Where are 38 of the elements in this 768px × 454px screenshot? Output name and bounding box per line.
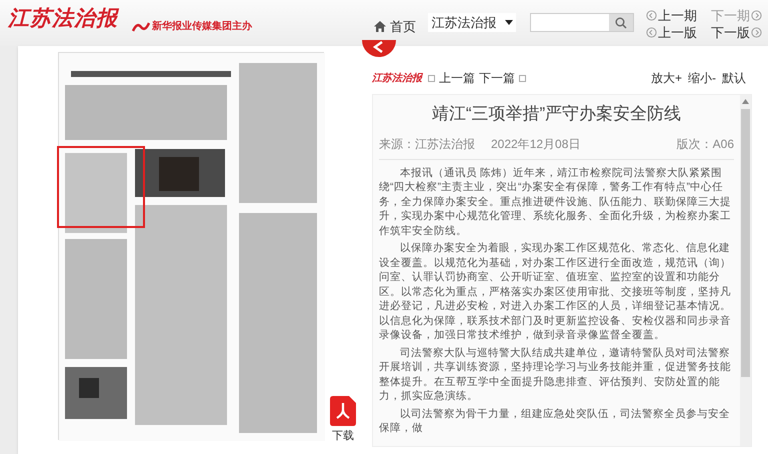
chevron-left-icon — [646, 10, 657, 21]
next-link[interactable]: 下一版 — [711, 25, 762, 40]
zoom-link[interactable]: 放大+ — [650, 69, 682, 87]
emblem-icon — [132, 20, 150, 32]
publisher-text: 新华报业传媒集团主办 — [152, 19, 252, 34]
logo-text: 江苏法治报 — [8, 6, 118, 30]
article-paragraph: 以司法警察为骨干力量，组建应急处突队伍，司法警察全员参与安全保障，做 — [379, 406, 731, 436]
scrollbar-thumb[interactable] — [741, 109, 750, 377]
chevron-left-icon — [646, 27, 657, 38]
scroll-up-icon[interactable] — [742, 99, 749, 104]
zoom-link[interactable]: 默认 — [722, 69, 746, 87]
search-field[interactable] — [530, 13, 634, 32]
home-link[interactable]: 首页 — [374, 17, 416, 36]
previous-link[interactable]: 上一版 — [646, 25, 697, 40]
highlight-box[interactable] — [57, 146, 145, 228]
scrollbar[interactable] — [740, 95, 751, 446]
zoom-link[interactable]: 缩小- — [688, 69, 716, 87]
previous-link[interactable]: 上一期 — [646, 8, 697, 23]
date-text: 2022年12月08日 — [491, 136, 580, 152]
chevron-right-icon — [751, 27, 762, 38]
search-button[interactable] — [609, 14, 633, 31]
previous-article-link[interactable]: 上一篇 — [428, 69, 475, 87]
article-paragraph: 以保障办案安全为着眼，实现办案工作区规范化、常态化、信息化建设全覆盖。以规范化为基础，对办案工作区进行全面改造，规范讯（询）问室、认罪认罚协商室、公开听证室、值班室、监控室的设置和功能分区。以常态化为重点，严格落实办案区使用审批、交接班等制度，坚持凡进必登记，凡进必安检，对进入办案工作区的人员，详细登记基本情况。以信息化为保障，联系技术部门及时更新监控设备、安检仪器和同步录音录像设备，加强日常技术维护，做到录音录像监督全覆盖。 — [379, 241, 732, 342]
source-text: 来源：江苏法治报 — [379, 136, 475, 152]
edition-text: 版次：A06 — [676, 136, 734, 152]
paper-dropdown[interactable]: 江苏法治报 — [428, 13, 516, 32]
article-paragraph: 本报讯（通讯员 陈炜）近年来，靖江市检察院司法警察大队紧紧围绕“四大检察”主责主业，突出“办案安全有保障，警务工作有特点”中心任务，全力保障办案安全。重点推进硬件设施、队伍能力、联勤保障三大提升，实现办案中心规范化管理、系统化服务、全面化升级，为检察办案工作筑牢安全防线。 — [379, 166, 732, 238]
next-article-link[interactable]: 下一篇 — [479, 69, 526, 87]
logo-text: 江苏法治报 — [372, 72, 422, 86]
back-icon[interactable] — [362, 40, 396, 60]
home-icon — [374, 21, 386, 32]
pdf-icon[interactable] — [330, 396, 356, 426]
article-title: 靖江“三项举措”严守办案安全防线 — [430, 103, 682, 125]
caret-icon — [504, 20, 512, 25]
download-link[interactable]: 下载 — [332, 428, 354, 444]
search-icon — [615, 16, 627, 28]
article-paragraph: 司法警察大队与巡特警大队结成共建单位，邀请特警队员对司法警察开展培训，共享训练资源，坚持理论学习与业务技能并重，促进警务技能整体提升。在互帮互学中全面提升隐患排查、评估预判、安防处置的能力，抓实应急演练。 — [379, 346, 732, 404]
chevron-right-icon — [751, 10, 762, 21]
